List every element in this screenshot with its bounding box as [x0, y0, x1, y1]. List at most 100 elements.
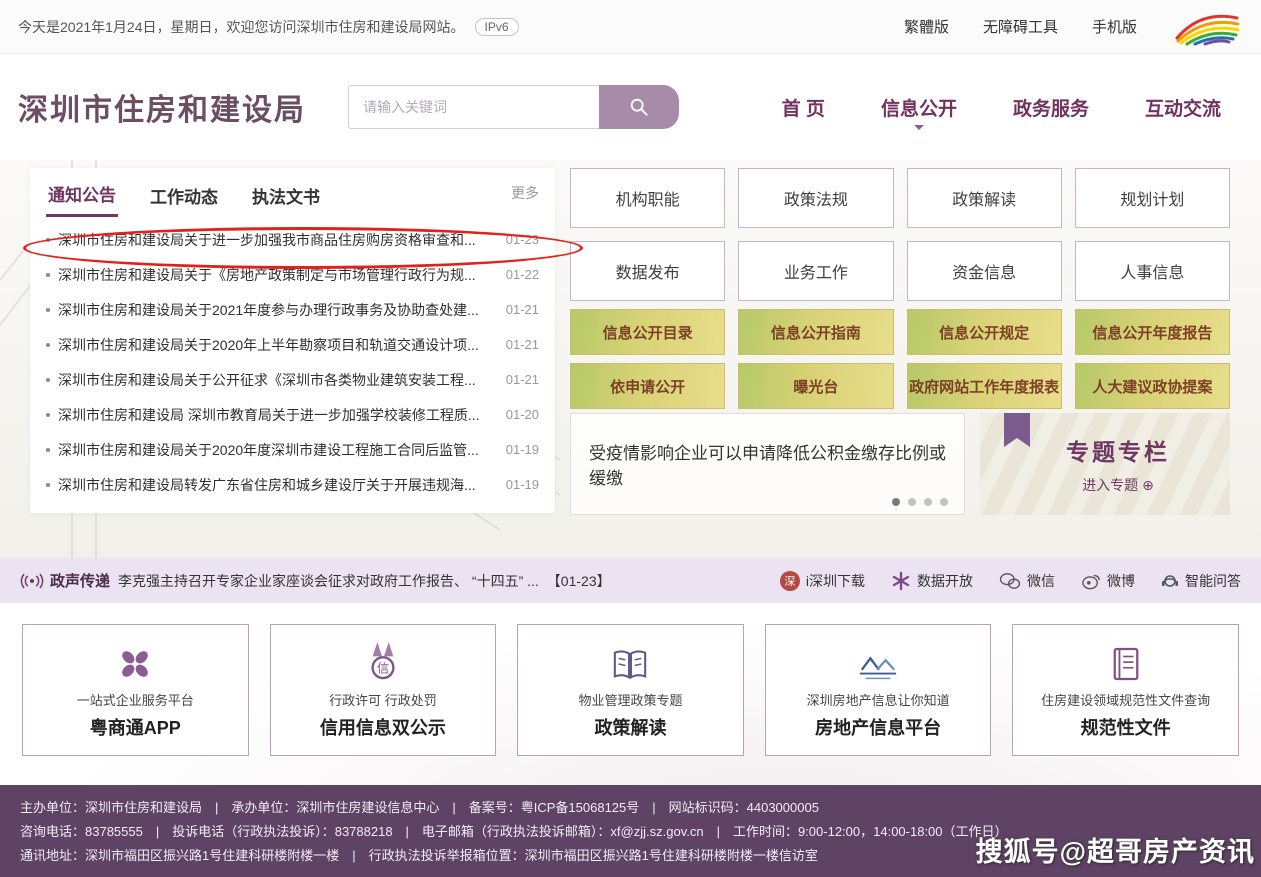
link-exposure-platform[interactable]: 曝光台: [738, 363, 893, 409]
quick-link-business-work[interactable]: 业务工作: [738, 241, 893, 301]
card-title: 政策解读: [594, 714, 666, 740]
wechat-link[interactable]: 微信: [999, 571, 1055, 591]
sohu-watermark: 搜狐号@超哥房产资讯: [976, 830, 1255, 869]
carousel-dot[interactable]: [892, 498, 900, 506]
clover-flower-icon: [117, 646, 153, 682]
shenzhen-city-logo: [1171, 8, 1243, 46]
card-real-estate-platform[interactable]: 深圳房地产信息让你知道 房地产信息平台: [765, 624, 992, 756]
link-disclosure-catalog[interactable]: 信息公开目录: [570, 309, 725, 355]
nav-gov-services[interactable]: 政务服务: [1013, 94, 1089, 121]
tab-notices[interactable]: 通知公告: [46, 169, 118, 217]
ipv6-badge[interactable]: IPv6: [475, 18, 519, 36]
link-disclosure-annual-report[interactable]: 信息公开年度报告: [1075, 309, 1230, 355]
site-title: 深圳市住房和建设局: [18, 85, 306, 129]
quick-link-data-release[interactable]: 数据发布: [570, 241, 725, 301]
link-disclosure-rules[interactable]: 信息公开规定: [907, 309, 1062, 355]
weibo-link[interactable]: 微博: [1081, 571, 1135, 591]
ishenzhen-app-icon: 深: [780, 571, 800, 591]
card-credit-disclosure[interactable]: 信 行政许可 行政处罚 信用信息双公示: [270, 624, 497, 756]
page: 今天是2021年1月24日，星期日，欢迎您访问深圳市住房和建设局网站。 IPv6…: [0, 0, 1261, 877]
open-data-link[interactable]: 数据开放: [891, 571, 973, 591]
open-data-label: 数据开放: [917, 571, 973, 591]
card-policy-interpretation[interactable]: 物业管理政策专题 政策解读: [517, 624, 744, 756]
news-item-date: 01-21: [506, 302, 539, 317]
bookmark-ribbon-icon: [1004, 413, 1030, 447]
ticker-headline[interactable]: 李克强主持召开专家企业家座谈会征求对政府工作报告、 “十四五” ...: [118, 571, 539, 591]
news-item-title[interactable]: 深圳市住房和建设局关于2021年度参与办理行政事务及协助查处建...: [58, 300, 494, 320]
news-item-title[interactable]: 深圳市住房和建设局转发广东省住房和城乡建设厅关于开展违规海...: [58, 475, 494, 495]
card-title: 规范性文件: [1081, 714, 1171, 740]
quick-link-policy-interpretation[interactable]: 政策解读: [907, 168, 1062, 228]
nav-home[interactable]: 首 页: [782, 94, 825, 121]
card-subtitle: 行政许可 行政处罚: [329, 690, 437, 709]
topbar-links: 繁體版 无障碍工具 手机版: [904, 8, 1243, 46]
medal-glyph: 信: [377, 661, 389, 675]
news-ticker-bar: 政声传递 李克强主持召开专家企业家座谈会征求对政府工作报告、 “十四五” ...…: [0, 558, 1261, 603]
news-item-title[interactable]: 深圳市住房和建设局 深圳市教育局关于进一步加强学校装修工程质...: [58, 405, 494, 425]
carousel-dot[interactable]: [908, 498, 916, 506]
bullet-icon: [46, 238, 50, 242]
news-item-date: 01-19: [506, 477, 539, 492]
news-item-title[interactable]: 深圳市住房和建设局关于《房地产政策制定与市场管理行政行为规...: [58, 265, 494, 285]
bullet-icon: [46, 343, 50, 347]
news-item[interactable]: 深圳市住房和建设局关于2020年度深圳市建设工程施工合同后监管... 01-19: [46, 432, 539, 467]
card-title: 房地产信息平台: [815, 714, 941, 740]
news-item-title[interactable]: 深圳市住房和建设局关于2020年度深圳市建设工程施工合同后监管...: [58, 440, 494, 460]
card-yueshangtong-app[interactable]: 一站式企业服务平台 粤商通APP: [22, 624, 249, 756]
nav-info-disclosure-label: 信息公开: [881, 99, 957, 120]
bullet-icon: [46, 413, 50, 417]
news-item[interactable]: 深圳市住房和建设局关于公开征求《深圳市各类物业建筑安装工程... 01-21: [46, 362, 539, 397]
news-item-title[interactable]: 深圳市住房和建设局关于公开征求《深圳市各类物业建筑安装工程...: [58, 370, 494, 390]
card-subtitle: 深圳房地产信息让你知道: [807, 690, 950, 709]
footer-line-organizer: 主办单位：深圳市住房和建设局 | 承办单位：深圳市住房建设信息中心 | 备案号：…: [20, 796, 1241, 820]
bullet-icon: [46, 448, 50, 452]
news-item[interactable]: 深圳市住房和建设局 深圳市教育局关于进一步加强学校装修工程质... 01-20: [46, 397, 539, 432]
news-item-date: 01-20: [506, 407, 539, 422]
traditional-chinese-link[interactable]: 繁體版: [904, 16, 949, 37]
enter-special-topics-link[interactable]: 进入专题 ⊕: [1082, 475, 1154, 495]
accessibility-tools-link[interactable]: 无障碍工具: [983, 16, 1058, 37]
link-disclosure-on-request[interactable]: 依申请公开: [570, 363, 725, 409]
news-item[interactable]: 深圳市住房和建设局关于2020年上半年勘察项目和轨道交通设计项... 01-21: [46, 327, 539, 362]
service-cards: 一站式企业服务平台 粤商通APP 信 行政许可 行政处罚 信用信息双公示: [0, 624, 1261, 756]
carousel-banner[interactable]: 受疫情影响企业可以申请降低公积金缴存比例或缓缴: [570, 413, 965, 515]
news-item-date: 01-23: [506, 232, 539, 247]
search-button[interactable]: [599, 85, 679, 129]
link-disclosure-guide[interactable]: 信息公开指南: [738, 309, 893, 355]
special-topics-box[interactable]: 专题专栏 进入专题 ⊕: [980, 413, 1230, 515]
link-website-annual-report[interactable]: 政府网站工作年度报表: [907, 363, 1062, 409]
nav-interaction[interactable]: 互动交流: [1145, 94, 1221, 121]
search-icon: [628, 96, 650, 118]
bullet-icon: [46, 483, 50, 487]
smart-qa-label: 智能问答: [1185, 571, 1241, 591]
more-link[interactable]: 更多: [511, 183, 539, 203]
smart-qa-link[interactable]: 智能问答: [1161, 571, 1241, 591]
banner-headline[interactable]: 受疫情影响企业可以申请降低公积金缴存比例或缓缴: [589, 439, 946, 489]
news-item-title[interactable]: 深圳市住房和建设局关于进一步加强我市商品住房购房资格审查和...: [58, 230, 494, 250]
news-item[interactable]: 深圳市住房和建设局关于2021年度参与办理行政事务及协助查处建... 01-21: [46, 292, 539, 327]
news-item-title[interactable]: 深圳市住房和建设局关于2020年上半年勘察项目和轨道交通设计项...: [58, 335, 494, 355]
card-subtitle: 一站式企业服务平台: [77, 690, 194, 709]
news-item[interactable]: 深圳市住房和建设局关于《房地产政策制定与市场管理行政行为规... 01-22: [46, 257, 539, 292]
news-item[interactable]: 深圳市住房和建设局转发广东省住房和城乡建设厅关于开展违规海... 01-19: [46, 467, 539, 502]
carousel-dot[interactable]: [940, 498, 948, 506]
link-npc-cppcc-proposals[interactable]: 人大建议政协提案: [1075, 363, 1230, 409]
ishenzhen-download-link[interactable]: 深 i深圳下载: [780, 571, 865, 591]
news-item[interactable]: 深圳市住房和建设局关于进一步加强我市商品住房购房资格审查和... 01-23: [46, 222, 539, 257]
top-bar: 今天是2021年1月24日，星期日，欢迎您访问深圳市住房和建设局网站。 IPv6…: [0, 0, 1261, 54]
tab-enforcement-docs[interactable]: 执法文书: [250, 171, 322, 216]
tab-work-updates[interactable]: 工作动态: [148, 171, 220, 216]
quick-link-planning[interactable]: 规划计划: [1075, 168, 1230, 228]
nav-info-disclosure[interactable]: 信息公开: [881, 94, 957, 121]
quick-link-funding-info[interactable]: 资金信息: [907, 241, 1062, 301]
card-normative-documents[interactable]: 住房建设领域规范性文件查询 规范性文件: [1012, 624, 1239, 756]
mobile-version-link[interactable]: 手机版: [1092, 16, 1137, 37]
quick-link-org-functions[interactable]: 机构职能: [570, 168, 725, 228]
carousel-dot[interactable]: [924, 498, 932, 506]
quick-links-grid: 机构职能 政策法规 政策解读 规划计划 数据发布 业务工作 资金信息 人事信息: [570, 168, 1230, 301]
ticker-label: 政声传递: [50, 570, 110, 591]
search-input[interactable]: [348, 85, 599, 129]
document-book-icon: [1111, 646, 1141, 682]
quick-link-policies-laws[interactable]: 政策法规: [738, 168, 893, 228]
quick-link-personnel-info[interactable]: 人事信息: [1075, 241, 1230, 301]
